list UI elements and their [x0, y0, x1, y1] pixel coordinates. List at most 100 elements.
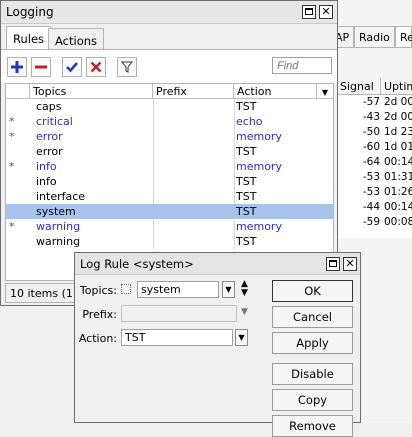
tab-rules[interactable]: Rules [6, 26, 52, 50]
signal-cell: -53 [362, 186, 380, 198]
table-row[interactable]: -43 2d 00 [336, 110, 412, 125]
table-row[interactable]: * error memory [6, 129, 333, 144]
dialog-maximize-button[interactable] [326, 257, 340, 271]
table-row[interactable]: * info memory [6, 159, 333, 174]
columns-menu-button[interactable]: ▼ [317, 84, 333, 99]
action-cell: TST [236, 205, 257, 218]
uptime-cell: 2d 00 [384, 96, 412, 108]
enable-button[interactable] [62, 57, 82, 77]
column-action[interactable]: Action [234, 84, 317, 99]
action-cell: TST [236, 190, 257, 203]
close-icon: ✕ [321, 5, 331, 18]
apply-button[interactable]: Apply [272, 332, 353, 354]
table-row[interactable]: -57 2d 00 [336, 95, 412, 110]
triangle-down-icon: ▼ [321, 88, 329, 97]
column-flag[interactable] [6, 84, 30, 99]
topics-dropdown-button[interactable]: ▼ [222, 281, 235, 298]
chevron-down-icon: ▼ [238, 333, 245, 342]
action-select[interactable]: TST [121, 329, 233, 346]
table-row[interactable]: warning TST [6, 234, 333, 249]
table-row[interactable]: -64 00:14 [336, 155, 412, 170]
tab-actions[interactable]: Actions [48, 28, 105, 50]
tab-registration[interactable]: Re [395, 26, 412, 48]
table-row[interactable]: -44 00:14 [336, 200, 412, 215]
topics-add-remove-arrows[interactable]: ▲ ▼ [241, 280, 248, 298]
action-dropdown-button[interactable]: ▼ [235, 329, 248, 346]
logging-titlebar[interactable]: Logging ✕ [1, 1, 337, 24]
topics-cell: critical [36, 115, 73, 128]
signal-cell: -50 [362, 126, 380, 138]
column-signal[interactable]: Signal [340, 80, 374, 93]
row-flag: * [9, 160, 15, 173]
topics-select[interactable]: system [137, 281, 219, 298]
action-cell: memory [236, 130, 282, 143]
uptime-cell: 00:14 [384, 156, 412, 168]
maximize-button[interactable] [302, 5, 316, 19]
action-cell: TST [236, 175, 257, 188]
topics-cell: error [36, 145, 63, 158]
topics-cell: info [36, 160, 57, 173]
row-flag: * [9, 115, 15, 128]
prefix-dropdown-icon[interactable]: ▼ [241, 307, 248, 317]
disable-button[interactable] [86, 57, 106, 77]
rules-rows: caps TST * critical echo * error memory error… [6, 99, 333, 251]
tab-actions-label: Actions [55, 34, 98, 48]
uptime-cell: 01:26 [384, 186, 412, 198]
action-cell: TST [236, 100, 257, 113]
table-row[interactable]: info TST [6, 174, 333, 189]
action-label: Action: [78, 332, 117, 345]
dialog-close-button[interactable]: ✕ [343, 257, 357, 271]
topics-not-checkbox[interactable] [121, 284, 131, 294]
table-row[interactable]: caps TST [6, 99, 333, 114]
disable-rule-button[interactable]: Disable [272, 363, 353, 385]
table-row-selected[interactable]: system TST [6, 204, 333, 219]
prefix-input[interactable] [121, 305, 237, 322]
column-prefix[interactable]: Prefix [153, 84, 234, 99]
signal-cell: -64 [362, 156, 380, 168]
signal-cell: -59 [362, 216, 380, 228]
uptime-cell: 2d 00 [384, 111, 412, 123]
tab-radio-label: Radio [359, 31, 390, 44]
table-row[interactable]: -59 00:08 [336, 215, 412, 230]
table-row[interactable]: * warning memory [6, 219, 333, 234]
registration-table-header: Signal Uptime [336, 78, 412, 95]
ok-button[interactable]: OK [272, 280, 353, 302]
cancel-button[interactable]: Cancel [272, 306, 353, 328]
tab-radio[interactable]: Radio [354, 26, 395, 48]
table-row[interactable]: error TST [6, 144, 333, 159]
close-button[interactable]: ✕ [319, 5, 333, 19]
column-uptime[interactable]: Uptime [384, 80, 412, 93]
add-button[interactable] [7, 57, 27, 77]
signal-cell: -43 [362, 111, 380, 123]
remove-button[interactable] [31, 57, 51, 77]
filter-button[interactable] [117, 57, 137, 77]
uptime-cell: 01:31 [384, 171, 412, 183]
table-row[interactable]: interface TST [6, 189, 333, 204]
tab-registration-label: Re [400, 31, 412, 44]
table-row[interactable]: -53 01:31 [336, 170, 412, 185]
row-flag: * [9, 130, 15, 143]
minus-icon [35, 65, 47, 69]
table-row[interactable]: * critical echo [6, 114, 333, 129]
column-topics[interactable]: Topics [30, 84, 153, 99]
chevron-down-icon: ▼ [225, 285, 232, 294]
table-row[interactable]: -53 01:26 [336, 185, 412, 200]
dialog-title: Log Rule <system> [80, 257, 194, 271]
topics-cell: warning [36, 220, 81, 233]
close-icon: ✕ [345, 257, 355, 270]
maximize-icon [329, 260, 337, 267]
signal-cell: -60 [362, 141, 380, 153]
dialog-titlebar[interactable]: Log Rule <system> ✕ [75, 253, 360, 275]
remove-rule-button[interactable]: Remove [272, 415, 353, 437]
topics-cell: system [36, 205, 76, 218]
uptime-cell: 1d 23 [384, 126, 412, 138]
table-row[interactable]: -60 1d 01 [336, 140, 412, 155]
row-flag: * [9, 220, 15, 233]
x-icon [90, 61, 102, 73]
topics-label: Topics: [79, 284, 117, 297]
find-input[interactable] [272, 57, 332, 74]
copy-button[interactable]: Copy [272, 389, 353, 411]
plus-icon [11, 61, 23, 73]
action-cell: TST [236, 145, 257, 158]
table-row[interactable]: -50 1d 23 [336, 125, 412, 140]
